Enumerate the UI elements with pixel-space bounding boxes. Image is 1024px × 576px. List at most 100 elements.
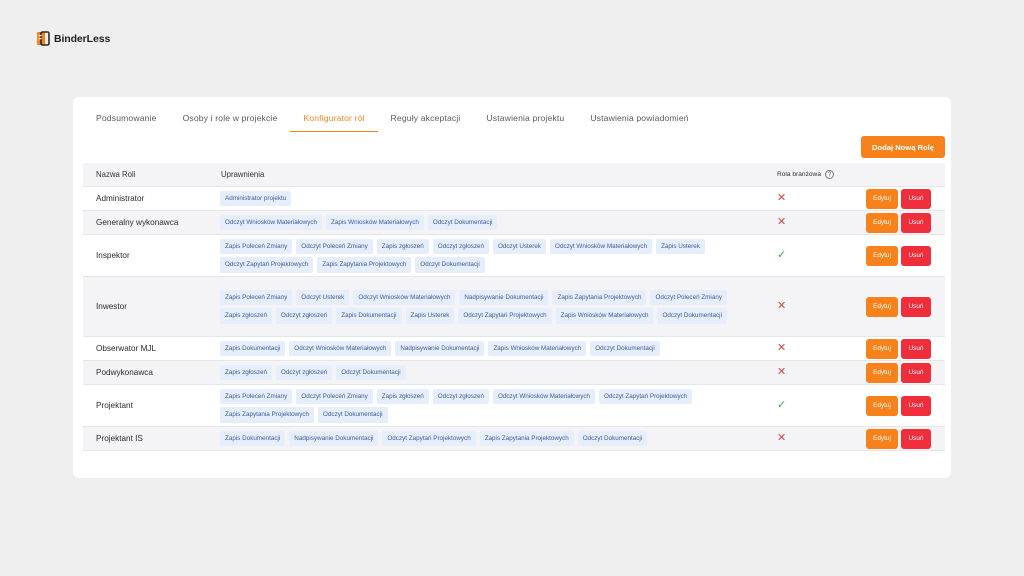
permission-tag: Zapis Zapytania Projektowych xyxy=(479,430,574,447)
role-name: Projektant xyxy=(96,401,133,410)
permission-tag: Odczyt Zapytań Projektowych xyxy=(458,308,552,324)
help-icon[interactable]: ? xyxy=(824,170,834,179)
permission-tag: Odczyt Poleceń Zmiany xyxy=(296,238,373,254)
permission-tag: Odczyt Zapytań Projektowych xyxy=(220,257,314,273)
permission-tag: Odczyt Poleceń Zmiany xyxy=(296,388,373,404)
branch-role-cell: ✕ xyxy=(764,433,850,444)
permission-tag: Odczyt Wniosków Materiałowych xyxy=(220,214,323,231)
delete-role-button[interactable]: Usuń xyxy=(901,428,931,449)
row-actions: Edytuj Usuń xyxy=(850,362,945,383)
permission-tag: Zapis Zapytania Projektowych xyxy=(552,289,647,305)
delete-role-button[interactable]: Usuń xyxy=(901,296,931,317)
permission-tag: Odczyt Dokumentacji xyxy=(427,214,498,231)
permission-tag: Administrator projektu xyxy=(220,190,292,207)
delete-role-button[interactable]: Usuń xyxy=(901,188,931,209)
delete-role-button[interactable]: Usuń xyxy=(901,245,931,266)
permission-tag: Zapis zgłoszeń xyxy=(220,308,272,324)
table-row: Inwestor Zapis Poleceń Zmiany Odczyt Uster… xyxy=(83,277,945,337)
permission-tag: Zapis Wniosków Materiałowych xyxy=(488,340,587,357)
roles-card: Podsumowanie Osoby i role w projekcie Ko… xyxy=(73,97,951,478)
delete-role-button[interactable]: Usuń xyxy=(901,395,931,416)
add-role-button[interactable]: Dodaj Nową Rolę xyxy=(861,136,945,158)
role-name: Projektant IS xyxy=(96,434,143,443)
permission-tag: Zapis Wniosków Materiałowych xyxy=(555,308,654,324)
permission-list: Zapis Dokumentacji Odczyt Wniosków Materi… xyxy=(208,338,764,360)
permission-tag: Odczyt zgłoszeń xyxy=(432,238,489,254)
delete-role-button[interactable]: Usuń xyxy=(901,338,931,359)
edit-role-button[interactable]: Edytuj xyxy=(866,296,898,317)
permission-tag: Odczyt Wniosków Materiałowych xyxy=(289,340,392,357)
branch-role-cell: ✕ xyxy=(764,367,850,378)
role-name: Inwestor xyxy=(96,302,127,311)
permission-tag: Odczyt Poleceń Zmiany xyxy=(650,289,727,305)
branch-role-cell: ✕ xyxy=(764,193,850,204)
app-logo[interactable]: BinderLess xyxy=(36,31,110,46)
permission-tag: Zapis Dokumentacji xyxy=(220,340,286,357)
row-actions: Edytuj Usuń xyxy=(850,338,945,359)
permission-tag: Nadpisywanie Dokumentacji xyxy=(459,289,549,305)
table-row: Administrator Administrator projektu ✕ Edyt… xyxy=(83,187,945,211)
permission-list: Administrator projektu xyxy=(208,188,764,210)
tab-project-settings[interactable]: Ustawienia projektu xyxy=(473,102,577,131)
permission-tag: Zapis Usterek xyxy=(405,308,455,324)
permission-tag: Zapis Wniosków Materiałowych xyxy=(326,214,424,231)
header-permissions: Uprawnienia xyxy=(221,170,265,179)
role-name: Podwykonawca xyxy=(96,368,153,377)
permission-tag: Zapis Poleceń Zmiany xyxy=(220,388,293,404)
role-name: Administrator xyxy=(96,194,145,203)
permission-list: Zapis Poleceń Zmiany Odczyt Poleceń Zmian… xyxy=(208,386,764,426)
row-actions: Edytuj Usuń xyxy=(850,395,945,416)
binder-logo-icon xyxy=(37,31,50,46)
permission-tag: Odczyt Dokumentacji xyxy=(415,257,485,273)
delete-role-button[interactable]: Usuń xyxy=(901,212,931,233)
permission-tag: Nadpisywanie Dokumentacji xyxy=(395,340,485,357)
table-body: Administrator Administrator projektu ✕ Edyt… xyxy=(83,187,945,451)
edit-role-button[interactable]: Edytuj xyxy=(866,245,898,266)
tab-summary[interactable]: Podsumowanie xyxy=(83,102,170,131)
edit-role-button[interactable]: Edytuj xyxy=(866,362,898,383)
branch-role-cell: ✕ xyxy=(764,301,850,312)
permission-tag: Odczyt Wniosków Materiałowych xyxy=(550,238,653,254)
roles-table: Nazwa Roli Uprawnienia Rola branżowa ? A… xyxy=(83,163,945,451)
permission-list: Zapis Poleceń Zmiany Odczyt Usterek Odczyt… xyxy=(208,287,764,327)
cross-icon: ✕ xyxy=(777,432,787,444)
cross-icon: ✕ xyxy=(777,192,787,204)
role-name: Generalny wykonawca xyxy=(96,218,179,227)
permission-list: Zapis Dokumentacji Nadpisywanie Dokumenta… xyxy=(208,428,764,450)
permission-tag: Zapis Dokumentacji xyxy=(220,430,286,447)
edit-role-button[interactable]: Edytuj xyxy=(866,395,898,416)
tab-people-roles[interactable]: Osoby i role w projekcie xyxy=(170,102,291,131)
permission-tag: Zapis zgłoszeń xyxy=(376,238,429,254)
edit-role-button[interactable]: Edytuj xyxy=(866,188,898,209)
check-icon: ✓ xyxy=(777,399,787,411)
tab-acceptance-rules[interactable]: Reguły akceptacji xyxy=(378,102,474,131)
tab-notification-settings[interactable]: Ustawienia powiadomień xyxy=(577,102,701,131)
cross-icon: ✕ xyxy=(777,216,787,228)
header-role-name: Nazwa Roli xyxy=(96,170,136,179)
permission-tag: Odczyt Dokumentacji xyxy=(590,340,660,357)
row-actions: Edytuj Usuń xyxy=(850,296,945,317)
permission-tag: Odczyt Dokumentacji xyxy=(657,308,727,324)
header-branch-role-label: Rola branżowa xyxy=(777,171,821,178)
edit-role-button[interactable]: Edytuj xyxy=(866,428,898,449)
table-row: Generalny wykonawca Odczyt Wniosków Mater… xyxy=(83,211,945,235)
table-row: Podwykonawca Zapis zgłoszeń Odczyt zgłosze… xyxy=(83,361,945,385)
edit-role-button[interactable]: Edytuj xyxy=(866,338,898,359)
permission-tag: Zapis Zapytania Projektowych xyxy=(220,407,314,423)
branch-role-cell: ✕ xyxy=(764,217,850,228)
table-row: Inspektor Zapis Poleceń Zmiany Odczyt Pole… xyxy=(83,235,945,277)
permission-tag: Odczyt Dokumentacji xyxy=(577,430,648,447)
branch-role-cell: ✕ xyxy=(764,343,850,354)
permission-tag: Odczyt zgłoszeń xyxy=(432,388,489,404)
table-header: Nazwa Roli Uprawnienia Rola branżowa ? xyxy=(83,163,945,187)
row-actions: Edytuj Usuń xyxy=(850,188,945,209)
edit-role-button[interactable]: Edytuj xyxy=(866,212,898,233)
header-branch-role: Rola branżowa ? xyxy=(764,170,850,179)
permission-list: Odczyt Wniosków Materiałowych Zapis Wnios… xyxy=(208,212,764,234)
permission-tag: Odczyt Wniosków Materiałowych xyxy=(353,289,456,305)
delete-role-button[interactable]: Usuń xyxy=(901,362,931,383)
tab-role-configurator[interactable]: Konfigurator ról xyxy=(290,102,378,132)
permission-tag: Zapis zgłoszeń xyxy=(376,388,429,404)
permission-tag: Odczyt Dokumentacji xyxy=(318,407,388,423)
permission-tag: Odczyt Zapytań Projektowych xyxy=(382,430,476,447)
